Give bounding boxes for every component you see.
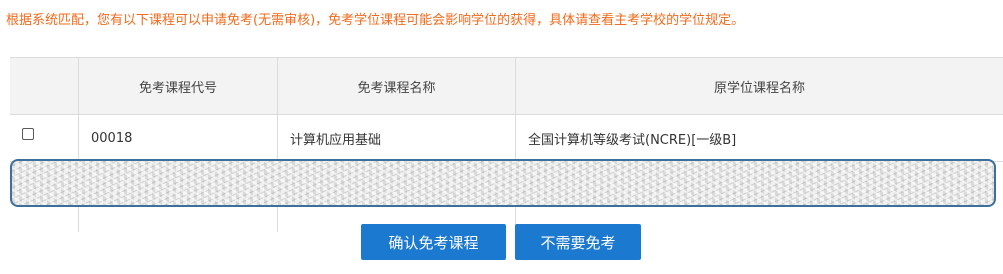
row-course-code: 00018	[79, 115, 278, 161]
table-header-row: 免考课程代号 免考课程名称 原学位课程名称	[10, 58, 1003, 115]
row-select-cell	[10, 115, 79, 161]
header-select	[10, 58, 79, 114]
notice-text: 根据系统匹配，您有以下课程可以申请免考(无需审核)，免考学位课程可能会影响学位的…	[6, 13, 745, 28]
no-exemption-button[interactable]: 不需要免考	[515, 224, 641, 260]
header-original-course-name: 原学位课程名称	[713, 80, 805, 96]
header-exempt-course-code: 免考课程代号	[79, 58, 278, 114]
row-checkbox[interactable]	[22, 128, 34, 140]
row-original-course: 全国计算机等级考试(NCRE)[一级B]	[528, 132, 737, 148]
row-course-name: 计算机应用基础	[278, 115, 516, 161]
redacted-region	[10, 159, 996, 207]
confirm-exemption-button[interactable]: 确认免考课程	[361, 224, 506, 260]
header-exempt-course-name: 免考课程名称	[278, 58, 516, 114]
table-row: 00018 计算机应用基础 全国计算机等级考试(NCRE)[一级B]	[10, 115, 1003, 162]
